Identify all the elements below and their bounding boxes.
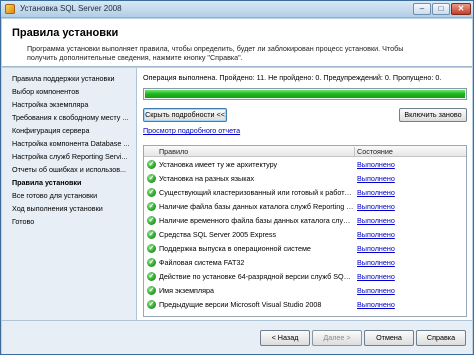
rule-name: Предыдущие версии Microsoft Visual Studi… <box>159 300 322 309</box>
page-title: Правила установки <box>12 27 119 39</box>
rule-name: Наличие временного файла базы данных кат… <box>159 216 354 225</box>
check-passed-icon: ✓ <box>147 188 156 197</box>
rule-name: Существующий кластеризованный или готовы… <box>159 188 354 197</box>
rule-state-link[interactable]: Выполнено <box>357 216 395 225</box>
check-passed-icon: ✓ <box>147 160 156 169</box>
table-row: ✓ Установка на разных языках Выполнено <box>144 173 466 185</box>
progress-bar <box>143 88 467 100</box>
table-row: ✓ Предыдущие версии Microsoft Visual Stu… <box>144 299 466 311</box>
column-header-rule[interactable]: Правило <box>159 147 188 156</box>
step-item[interactable]: Настройка компонента Database ... <box>12 139 134 148</box>
step-item[interactable]: Ход выполнения установки <box>12 204 134 213</box>
table-row: ✓ Наличие временного файла базы данных к… <box>144 215 466 227</box>
check-passed-icon: ✓ <box>147 300 156 309</box>
check-passed-icon: ✓ <box>147 202 156 211</box>
rule-name: Поддержка выпуска в операционной системе <box>159 244 311 253</box>
rule-name: Установка на разных языках <box>159 174 255 183</box>
rules-table: Правило Состояние ✓ Установка имеет ту ж… <box>143 145 467 317</box>
check-passed-icon: ✓ <box>147 216 156 225</box>
check-passed-icon: ✓ <box>147 258 156 267</box>
operation-status: Операция выполнена. Пройдено: 11. Не про… <box>143 73 442 82</box>
sql-server-setup-icon <box>5 4 15 14</box>
check-passed-icon: ✓ <box>147 174 156 183</box>
column-divider[interactable] <box>354 147 355 156</box>
check-passed-icon: ✓ <box>147 230 156 239</box>
steps-sidebar: Правила поддержки установки Выбор компон… <box>2 68 135 320</box>
rule-name: Установка имеет ту же архитектуру <box>159 160 278 169</box>
rule-name: Имя экземпляра <box>159 286 215 295</box>
rule-state-link[interactable]: Выполнено <box>357 244 395 253</box>
help-button[interactable]: Справка <box>416 330 466 346</box>
step-item[interactable]: Настройка служб Reporting Servi... <box>12 152 134 161</box>
table-row: ✓ Существующий кластеризованный или гото… <box>144 187 466 199</box>
installer-window: Установка SQL Server 2008 – □ ✕ Правила … <box>0 0 474 355</box>
body-area: Правила поддержки установки Выбор компон… <box>2 68 472 320</box>
main-panel: Операция выполнена. Пройдено: 11. Не про… <box>136 68 472 320</box>
next-button[interactable]: Далее > <box>312 330 362 346</box>
minimize-button[interactable]: – <box>413 3 431 15</box>
rule-state-link[interactable]: Выполнено <box>357 286 395 295</box>
rule-name: Файловая система FAT32 <box>159 258 245 267</box>
table-row: ✓ Поддержка выпуска в операционной систе… <box>144 243 466 255</box>
back-button[interactable]: < Назад <box>260 330 310 346</box>
table-row: ✓ Установка имеет ту же архитектуру Выпо… <box>144 159 466 171</box>
page-description: Программа установки выполняет правила, ч… <box>27 44 404 62</box>
table-row: ✓ Наличие файла базы данных каталога слу… <box>144 201 466 213</box>
rule-state-link[interactable]: Выполнено <box>357 272 395 281</box>
table-row: ✓ Средства SQL Server 2005 Express Выпол… <box>144 229 466 241</box>
wizard-footer: < Назад Далее > Отмена Справка <box>2 320 472 354</box>
rule-name: Средства SQL Server 2005 Express <box>159 230 277 239</box>
table-row: ✓ Имя экземпляра Выполнено <box>144 285 466 297</box>
table-row: ✓ Действие по установке 64-разрядной вер… <box>144 271 466 283</box>
close-button[interactable]: ✕ <box>451 3 471 15</box>
step-item[interactable]: Готово <box>12 217 134 226</box>
check-passed-icon: ✓ <box>147 244 156 253</box>
hide-details-button[interactable]: Скрыть подробности << <box>143 108 227 122</box>
view-report-link[interactable]: Просмотр подробного отчета <box>143 126 240 135</box>
page-header: Правила установки Программа установки вы… <box>2 19 472 67</box>
rerun-button[interactable]: Включить заново <box>399 108 467 122</box>
column-header-state[interactable]: Состояние <box>357 147 393 156</box>
title-bar: Установка SQL Server 2008 – □ ✕ <box>1 1 473 18</box>
step-item[interactable]: Отчеты об ошибках и использов... <box>12 165 134 174</box>
progress-fill <box>145 90 465 98</box>
step-item[interactable]: Конфигурация сервера <box>12 126 134 135</box>
rule-state-link[interactable]: Выполнено <box>357 202 395 211</box>
table-header: Правило Состояние <box>144 146 466 157</box>
rule-state-link[interactable]: Выполнено <box>357 188 395 197</box>
check-passed-icon: ✓ <box>147 286 156 295</box>
table-row: ✓ Файловая система FAT32 Выполнено <box>144 257 466 269</box>
rule-state-link[interactable]: Выполнено <box>357 258 395 267</box>
rule-state-link[interactable]: Выполнено <box>357 230 395 239</box>
rule-state-link[interactable]: Выполнено <box>357 300 395 309</box>
maximize-button[interactable]: □ <box>432 3 450 15</box>
rule-state-link[interactable]: Выполнено <box>357 174 395 183</box>
cancel-button[interactable]: Отмена <box>364 330 414 346</box>
rule-name: Действие по установке 64-разрядной верси… <box>159 272 354 281</box>
window-title: Установка SQL Server 2008 <box>20 4 122 13</box>
step-item[interactable]: Выбор компонентов <box>12 87 134 96</box>
rule-state-link[interactable]: Выполнено <box>357 160 395 169</box>
step-item[interactable]: Настройка экземпляра <box>12 100 134 109</box>
rule-name: Наличие файла базы данных каталога служб… <box>159 202 354 211</box>
step-item[interactable]: Требования к свободному месту ... <box>12 113 134 122</box>
step-item[interactable]: Правила поддержки установки <box>12 74 134 83</box>
step-item[interactable]: Все готово для установки <box>12 191 134 200</box>
step-item-current[interactable]: Правила установки <box>12 178 134 187</box>
check-passed-icon: ✓ <box>147 272 156 281</box>
